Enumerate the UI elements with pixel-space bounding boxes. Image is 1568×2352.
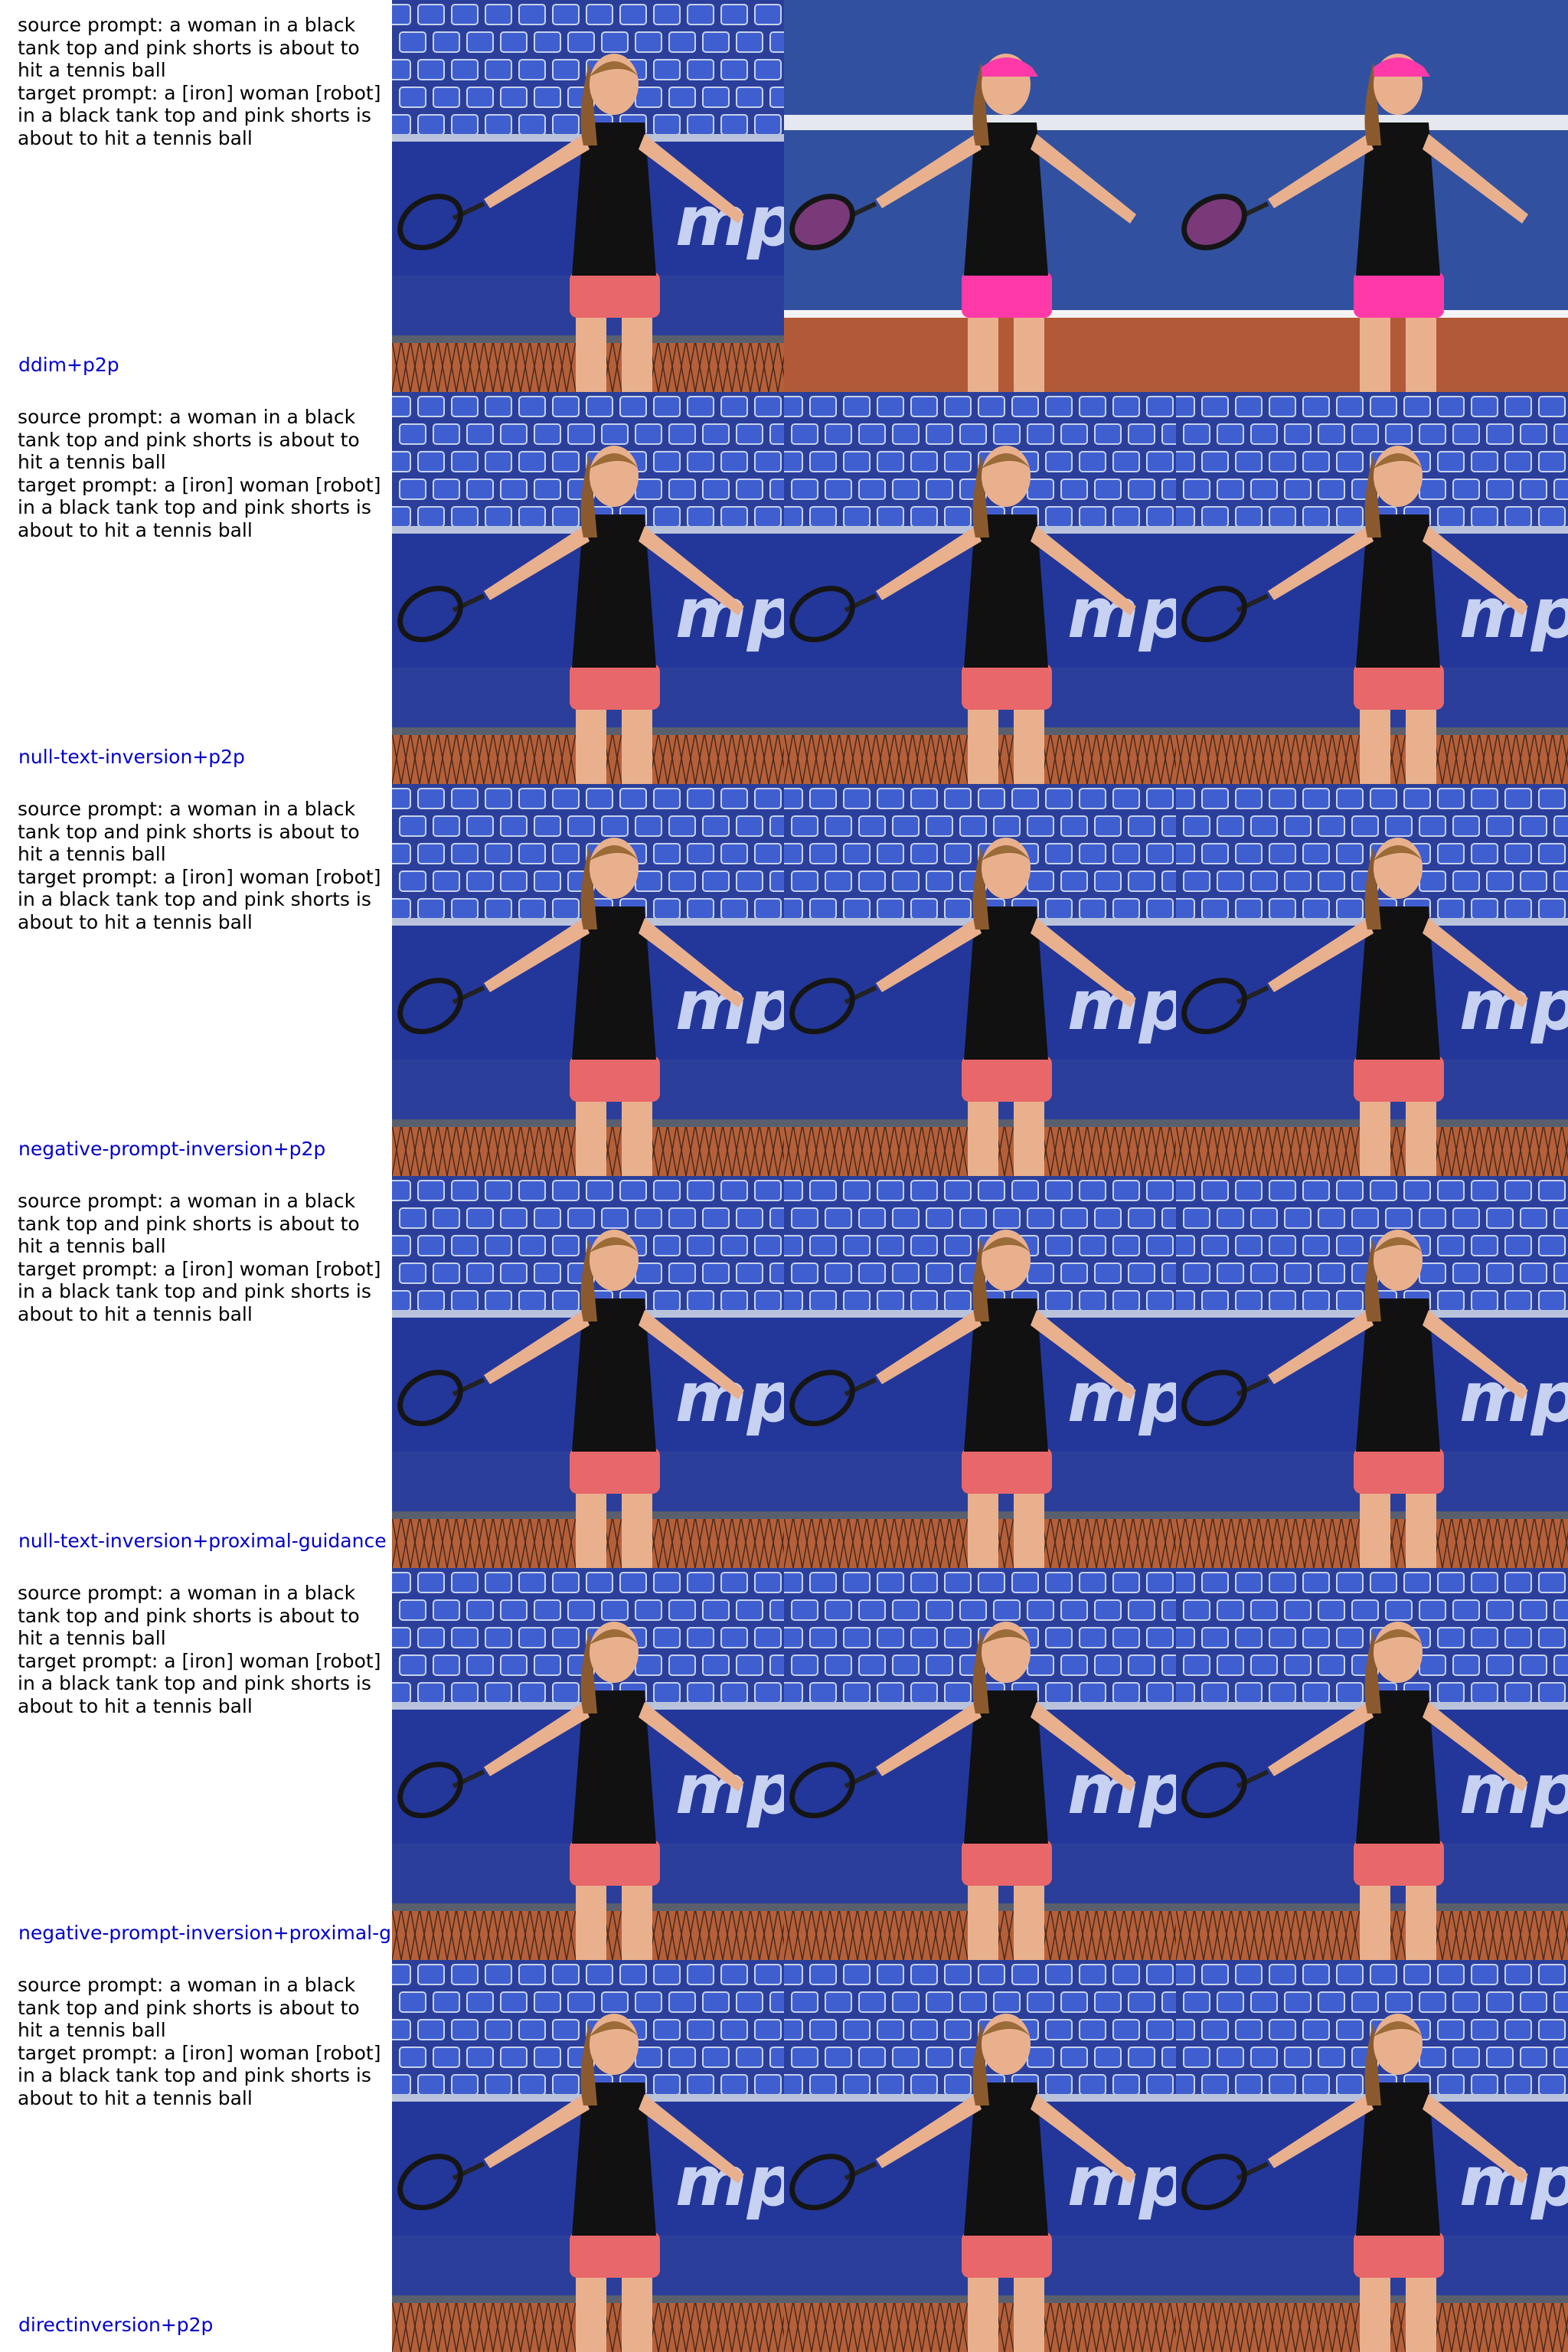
reconstructed-image: mps [784,784,1176,1176]
prompt-text: source prompt: a woman in a black tank t… [18,1974,385,2110]
source-prompt: source prompt: a woman in a black tank t… [18,1974,360,2042]
tennis-photo: mps [392,784,784,1176]
target-prompt: target prompt: a [iron] woman [robot] in… [18,1649,381,1717]
target-prompt: target prompt: a [iron] woman [robot] in… [18,2041,381,2109]
result-row: source prompt: a woman in a black tank t… [0,784,1568,1176]
reconstructed-image [784,0,1176,392]
result-row: source prompt: a woman in a black tank t… [0,1568,1568,1960]
prompt-caption: source prompt: a woman in a black tank t… [0,1960,392,2352]
result-row: source prompt: a woman in a black tank t… [0,1960,1568,2352]
svg-text:mps: mps [675,1357,784,1438]
tennis-photo: mps [1176,392,1568,784]
method-label: null-text-inversion+p2p [18,746,245,768]
svg-text:mps: mps [1067,1357,1176,1438]
tennis-photo: mps [392,1568,784,1960]
source-image: mps [392,392,784,784]
method-label: ddim+p2p [18,354,119,376]
svg-text:mps: mps [1459,965,1568,1046]
reconstructed-image: mps [784,1960,1176,2352]
result-row: source prompt: a woman in a black tank t… [0,392,1568,784]
svg-text:mps: mps [675,1749,784,1830]
source-prompt: source prompt: a woman in a black tank t… [18,1582,360,1650]
tennis-photo: mps [784,784,1176,1176]
tennis-photo: mps [1176,784,1568,1176]
edited-image: mps [1176,1960,1568,2352]
source-prompt: source prompt: a woman in a black tank t… [18,798,360,866]
svg-text:mps: mps [1067,965,1176,1046]
source-prompt: source prompt: a woman in a black tank t… [18,406,360,474]
tennis-photo: mps [392,392,784,784]
prompt-caption: source prompt: a woman in a black tank t… [0,1568,392,1960]
reconstructed-image: mps [784,1176,1176,1568]
edited-image: mps [1176,1568,1568,1960]
tennis-photo: mps [392,1176,784,1568]
source-image: mps [392,1176,784,1568]
comparison-grid: source prompt: a woman in a black tank t… [0,0,1568,2352]
edited-image: mps [1176,1176,1568,1568]
svg-text:mps: mps [1459,573,1568,654]
svg-text:mps: mps [1459,2141,1568,2222]
tennis-photo: mps [1176,1568,1568,1960]
prompt-caption: source prompt: a woman in a black tank t… [0,392,392,784]
tennis-photo: mps [392,1960,784,2352]
svg-text:mps: mps [675,965,784,1046]
edited-image: mps [1176,392,1568,784]
method-label: negative-prompt-inversion+proximal-g [18,1922,391,1944]
target-prompt: target prompt: a [iron] woman [robot] in… [18,81,381,149]
reconstructed-image: mps [784,392,1176,784]
svg-text:mps: mps [1459,1357,1568,1438]
method-label: negative-prompt-inversion+p2p [18,1138,326,1160]
result-row: source prompt: a woman in a black tank t… [0,1176,1568,1568]
prompt-text: source prompt: a woman in a black tank t… [18,14,385,150]
tennis-photo: mps [1176,1176,1568,1568]
reconstructed-image: mps [784,1568,1176,1960]
edited-image [1176,0,1568,392]
prompt-text: source prompt: a woman in a black tank t… [18,1190,385,1326]
source-prompt: source prompt: a woman in a black tank t… [18,1190,360,1258]
svg-text:mps: mps [1459,1749,1568,1830]
source-prompt: source prompt: a woman in a black tank t… [18,14,360,82]
tennis-photo: mps [784,392,1176,784]
source-image: mps [392,0,784,392]
prompt-text: source prompt: a woman in a black tank t… [18,798,385,934]
tennis-photo: mps [784,1176,1176,1568]
svg-text:mps: mps [1067,1749,1176,1830]
tennis-photo: mps [392,0,784,392]
svg-text:mps: mps [1067,2141,1176,2222]
edited-image: mps [1176,784,1568,1176]
target-prompt: target prompt: a [iron] woman [robot] in… [18,865,381,933]
source-image: mps [392,784,784,1176]
method-label: directinversion+p2p [18,2314,214,2336]
tennis-photo [1176,0,1568,392]
svg-text:mps: mps [675,573,784,654]
prompt-caption: source prompt: a woman in a black tank t… [0,1176,392,1568]
prompt-caption: source prompt: a woman in a black tank t… [0,784,392,1176]
source-image: mps [392,1960,784,2352]
prompt-caption: source prompt: a woman in a black tank t… [0,0,392,392]
result-row: source prompt: a woman in a black tank t… [0,0,1568,392]
method-label: null-text-inversion+proximal-guidance [18,1530,387,1552]
target-prompt: target prompt: a [iron] woman [robot] in… [18,1257,381,1325]
svg-text:mps: mps [675,181,784,262]
svg-text:mps: mps [1067,573,1176,654]
source-image: mps [392,1568,784,1960]
prompt-text: source prompt: a woman in a black tank t… [18,406,385,542]
tennis-photo: mps [784,1960,1176,2352]
svg-text:mps: mps [675,2141,784,2222]
tennis-photo: mps [784,1568,1176,1960]
tennis-photo: mps [1176,1960,1568,2352]
tennis-photo [784,0,1176,392]
target-prompt: target prompt: a [iron] woman [robot] in… [18,473,381,541]
prompt-text: source prompt: a woman in a black tank t… [18,1582,385,1718]
